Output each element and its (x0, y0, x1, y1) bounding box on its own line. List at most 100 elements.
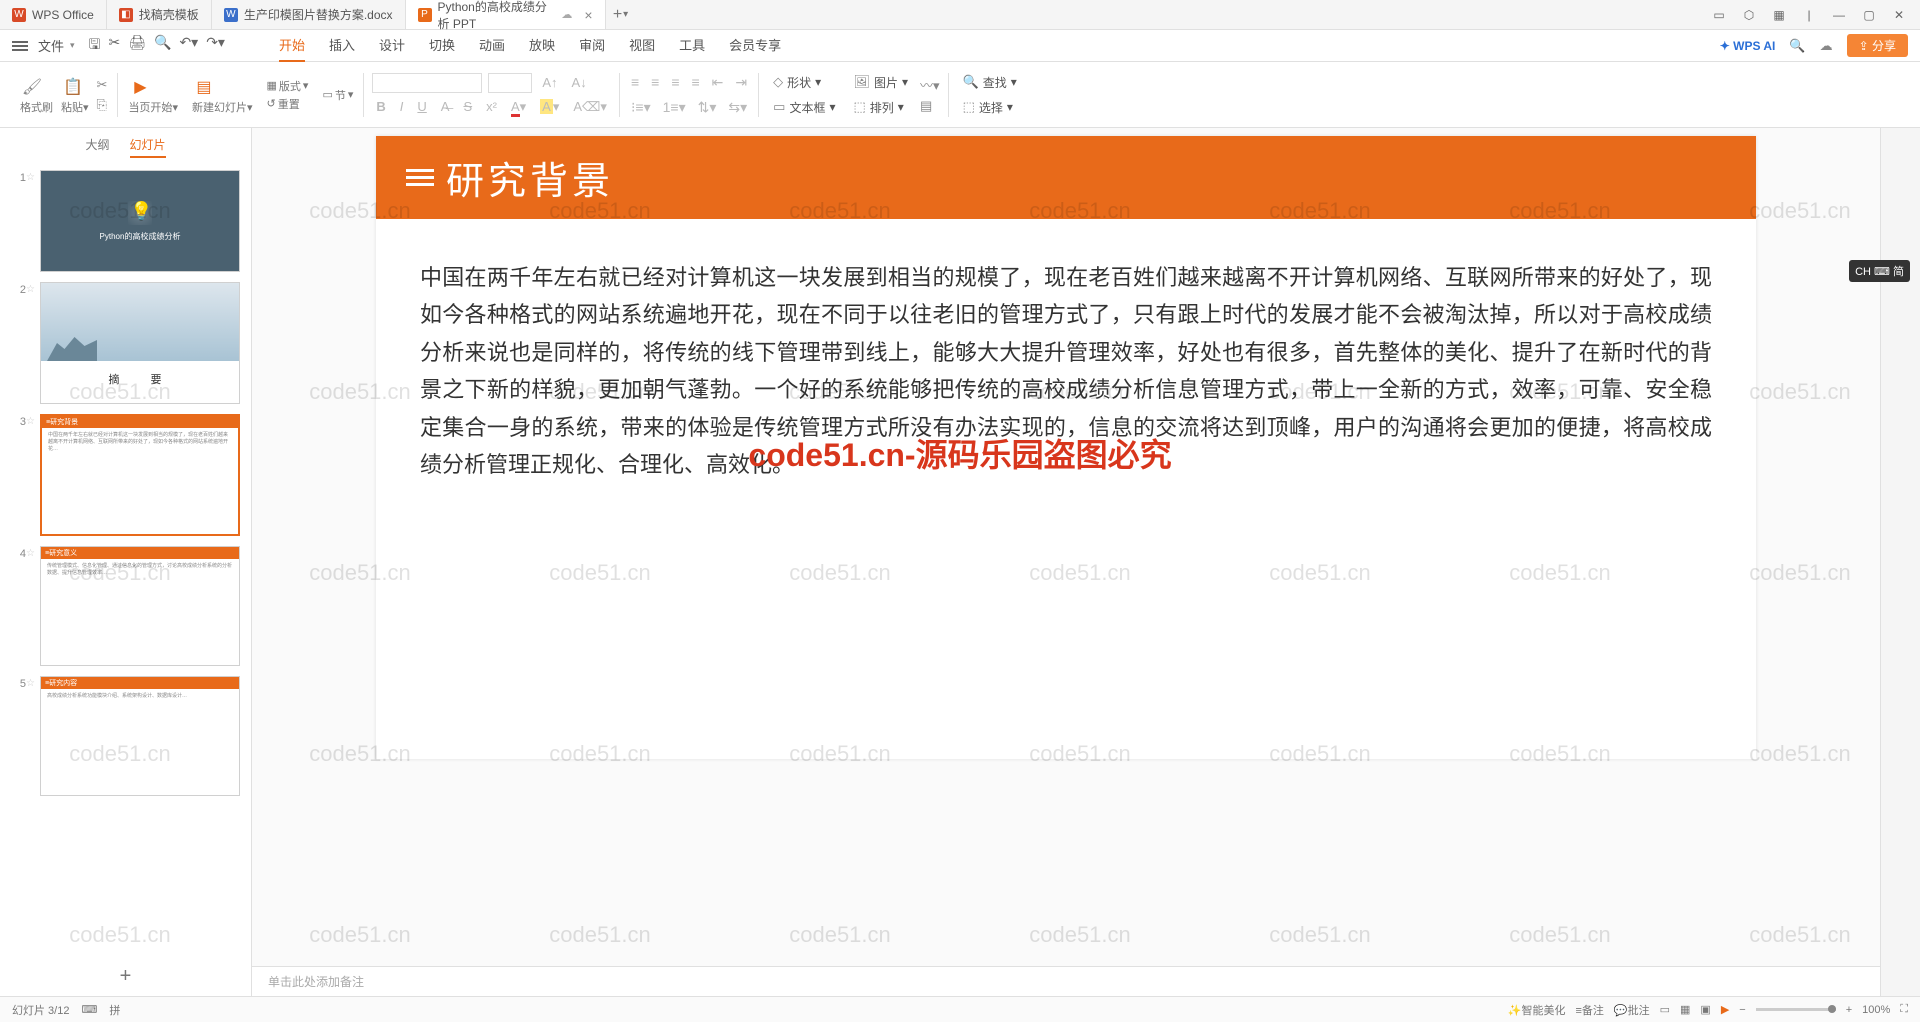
minimize-button[interactable]: — (1826, 4, 1852, 26)
font-color-button[interactable]: A▾ (507, 97, 530, 117)
line-icon[interactable]: 〰▾ (920, 75, 940, 94)
superscript-button[interactable]: x² (482, 97, 501, 116)
beautify-button[interactable]: ✨智能美化 (1508, 1002, 1566, 1018)
view-sorter-icon[interactable]: ▦ (1680, 1003, 1690, 1016)
view-reading-icon[interactable]: ▣ (1700, 1003, 1710, 1016)
right-toolbar[interactable] (1880, 128, 1920, 996)
textbox-button[interactable]: ▭文本框▾ (767, 97, 841, 118)
tab-tools[interactable]: 工具 (679, 29, 705, 62)
star-icon[interactable]: ☆ (26, 414, 40, 427)
outline-tab[interactable]: 大纲 (85, 136, 109, 158)
slide-title[interactable]: 研究背景 (446, 150, 614, 205)
btn-cube[interactable]: ⬡ (1736, 4, 1762, 26)
tab-insert[interactable]: 插入 (329, 29, 355, 62)
select-button[interactable]: ⬚选择▾ (957, 97, 1023, 118)
thumb-3[interactable]: ≡ 研究背景 中国在两千年左右就已经对计算机这一块发展到相当的规模了，现在老百姓… (40, 414, 240, 536)
undo-icon[interactable]: ↶▾ (179, 34, 198, 58)
italic-button[interactable]: I (396, 97, 408, 116)
thumb-2[interactable]: 摘 要 (40, 282, 240, 404)
doc-tab-2[interactable]: W 生产印模图片替换方案.docx (212, 0, 406, 29)
from-current-label[interactable]: 当页开始▾ (128, 99, 178, 115)
indent-inc-icon[interactable]: ⇥ (732, 72, 750, 93)
hamburger-icon[interactable] (12, 41, 28, 51)
new-slide-icon[interactable]: ▤ (192, 75, 216, 99)
increase-font-icon[interactable]: A↑ (538, 73, 561, 92)
bullets-icon[interactable]: ⁝≡▾ (628, 97, 654, 118)
new-slide-label[interactable]: 新建幻灯片▾ (192, 99, 253, 115)
thumbnail-list[interactable]: 1 ☆ Python的高校成绩分析 2 ☆ 摘 要 3 ☆ (0, 166, 251, 957)
print-icon[interactable]: ✂ (108, 34, 120, 58)
close-button[interactable]: ✕ (1886, 4, 1912, 26)
bold-button[interactable]: B (372, 97, 389, 116)
ime-icon[interactable]: ⌨ (81, 1003, 97, 1016)
btn-window[interactable]: ▭ (1706, 4, 1732, 26)
font-family-select[interactable] (372, 73, 482, 93)
numbering-icon[interactable]: 1≡▾ (660, 97, 689, 118)
btn-grid[interactable]: ▦ (1766, 4, 1792, 26)
cloud-icon[interactable]: ☁ (1820, 38, 1833, 54)
tab-review[interactable]: 审阅 (579, 29, 605, 62)
star-icon[interactable]: ☆ (26, 676, 40, 689)
clear-format-button[interactable]: A⌫▾ (569, 97, 611, 117)
indent-dec-icon[interactable]: ⇤ (709, 72, 727, 93)
search-icon[interactable]: 🔍 (1789, 38, 1805, 54)
new-tab-button[interactable]: +▾ (606, 0, 636, 29)
view-normal-icon[interactable]: ▭ (1660, 1003, 1670, 1016)
wps-ai-button[interactable]: ✦ WPS AI (1720, 39, 1776, 53)
star-icon[interactable]: ☆ (26, 282, 40, 295)
print2-icon[interactable]: 🖨 (128, 34, 146, 58)
align-justify-icon[interactable]: ≡ (688, 72, 702, 92)
star-icon[interactable]: ☆ (26, 546, 40, 559)
font-size-select[interactable] (488, 73, 532, 93)
slides-tab[interactable]: 幻灯片 (130, 136, 166, 158)
doc-tab-3[interactable]: P Python的高校成绩分析 PPT ☁ × (406, 0, 606, 29)
redo-icon[interactable]: ↷▾ (206, 34, 225, 58)
fit-button[interactable]: ⛶ (1900, 1003, 1908, 1016)
file-dropdown-icon[interactable]: ▾ (70, 40, 75, 51)
tab-animation[interactable]: 动画 (479, 29, 505, 62)
shape-button[interactable]: ◇形状▾ (767, 72, 841, 93)
cut-icon[interactable]: ✂ (97, 77, 108, 93)
save-icon[interactable]: 🖫 (89, 34, 101, 58)
tab-vip[interactable]: 会员专享 (729, 29, 781, 62)
highlight-button[interactable]: A▾ (536, 97, 563, 117)
decrease-font-icon[interactable]: A↓ (568, 73, 591, 92)
slide[interactable]: 研究背景 中国在两千年左右就已经对计算机这一块发展到相当的规模了，现在老百姓们越… (376, 136, 1756, 759)
share-button[interactable]: ⇪ 分享 (1847, 34, 1908, 57)
app-tab[interactable]: W WPS Office (0, 0, 107, 29)
tab-design[interactable]: 设计 (379, 29, 405, 62)
play-icon[interactable]: ▶ (128, 75, 152, 99)
close-icon[interactable]: × (584, 7, 592, 23)
thumb-4[interactable]: ≡ 研究意义 传统管理模式、信息化管理、通过信息化的管理方式，讨论高校成绩分析系… (40, 546, 240, 666)
file-menu[interactable]: 文件 (38, 36, 64, 55)
maximize-button[interactable]: ▢ (1856, 4, 1882, 26)
layout-button[interactable]: ▦版式▾ (267, 78, 309, 94)
slide-body-text[interactable]: 中国在两千年左右就已经对计算机这一块发展到相当的规模了，现在老百姓们越来越离不开… (376, 219, 1756, 759)
paste-icon[interactable]: 📋 (61, 75, 85, 99)
arrange-button[interactable]: ⬚排列▾ (847, 97, 914, 118)
reset-button[interactable]: ↺重置 (267, 96, 309, 112)
zoom-slider[interactable] (1756, 1008, 1836, 1011)
lang-icon[interactable]: 拼 (109, 1002, 120, 1018)
section-button[interactable]: ▭节▾ (322, 87, 353, 103)
zoom-level[interactable]: 100% (1862, 1004, 1890, 1016)
align-left-icon[interactable]: ≡ (628, 72, 642, 92)
doc-tab-1[interactable]: ◧ 找稿壳模板 (107, 0, 212, 29)
thumb-5[interactable]: ≡ 研究内容 高校成绩分析系统功能模块介绍、系统架构设计、数据库设计… (40, 676, 240, 796)
fill-icon[interactable]: ▤ (920, 98, 940, 114)
view-slideshow-icon[interactable]: ▶ (1721, 1003, 1729, 1016)
paste-label[interactable]: 粘贴▾ (61, 99, 89, 115)
add-slide-button[interactable]: + (0, 957, 251, 996)
zoom-in-button[interactable]: + (1846, 1004, 1852, 1016)
align-right-icon[interactable]: ≡ (668, 72, 682, 92)
align-center-icon[interactable]: ≡ (648, 72, 662, 92)
textdir-icon[interactable]: ⇆▾ (725, 97, 750, 118)
picture-button[interactable]: 🖼图片▾ (847, 72, 914, 93)
notes-button[interactable]: ≡备注 (1575, 1002, 1603, 1018)
comments-button[interactable]: 💬批注 (1614, 1002, 1650, 1018)
tab-slideshow[interactable]: 放映 (529, 29, 555, 62)
tab-home[interactable]: 开始 (279, 29, 305, 62)
find-button[interactable]: 🔍查找▾ (957, 72, 1023, 93)
notes-placeholder[interactable]: 单击此处添加备注 (252, 966, 1880, 996)
zoom-out-button[interactable]: − (1739, 1004, 1745, 1016)
